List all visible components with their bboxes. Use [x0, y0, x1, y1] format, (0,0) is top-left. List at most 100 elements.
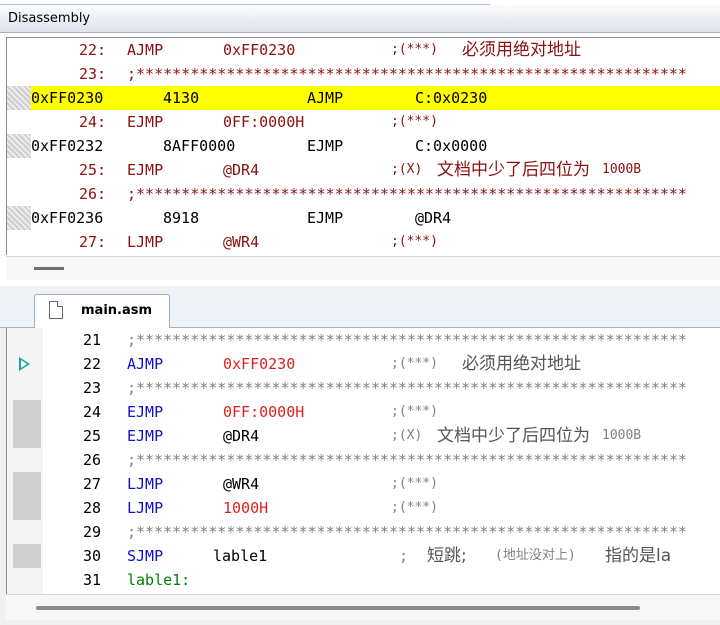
code-line[interactable]: 27 LJMP @WR4 ;(***) [7, 472, 720, 496]
coverage-marker[interactable] [13, 544, 41, 568]
source-comment: ;(X) [391, 162, 423, 177]
file-icon [49, 301, 63, 319]
instruction-operand: C:0x0230 [415, 89, 488, 107]
instruction-mnemonic: EJMP [307, 137, 344, 155]
editor-horizontal-scrollbar[interactable] [6, 594, 720, 620]
comment-tail: 1000B [602, 428, 642, 443]
editor-window: main.asm 21 ;***************************… [0, 290, 720, 625]
comment: ;(***) [391, 476, 438, 491]
source-operand: @WR4 [223, 233, 260, 251]
disasm-source-line[interactable]: 22: AJMP 0xFF0230 ;(***) 必须用绝对地址 [7, 38, 720, 62]
scrollbar-thumb[interactable] [36, 606, 640, 610]
source-line-number: 26: [79, 185, 107, 203]
comment: ; [399, 547, 409, 565]
tab-main-asm[interactable]: main.asm [34, 294, 170, 329]
disasm-instruction-current[interactable]: 0xFF0230 4130 AJMP C:0x0230 [7, 86, 720, 110]
separator-comment: ;***************************************… [127, 331, 687, 349]
separator-comment: ;***************************************… [127, 451, 687, 469]
code-line[interactable]: 25 EJMP @DR4 ;(X) 文档中少了后四位为 1000B [7, 424, 720, 448]
code-line[interactable]: 24 EJMP 0FF:0000H ;(***) [7, 400, 720, 424]
code-label: lable1: [127, 571, 191, 589]
comment-text: 文档中少了后四位为 [437, 426, 590, 446]
separator-comment: ;***************************************… [127, 379, 687, 397]
disasm-source-line[interactable]: 23: ;***********************************… [7, 62, 720, 86]
source-comment-text: 必须用绝对地址 [462, 40, 581, 60]
coverage-marker[interactable] [13, 400, 41, 424]
source-operand: 0FF:0000H [223, 113, 305, 131]
disasm-source-line[interactable]: 27: LJMP @WR4 ;(***) [7, 230, 720, 254]
coverage-gutter [7, 206, 31, 230]
editor-tab-strip: main.asm [0, 290, 720, 329]
separator-comment: ;***************************************… [127, 65, 687, 83]
separator-comment: ;***************************************… [127, 185, 687, 203]
source-comment: ;(***) [391, 42, 438, 57]
instruction-operand: C:0x0000 [415, 137, 488, 155]
disassembly-listing[interactable]: 22: AJMP 0xFF0230 ;(***) 必须用绝对地址 23: ;**… [6, 37, 720, 255]
source-line-number: 25: [79, 161, 107, 179]
instruction-address: 0xFF0236 [31, 209, 104, 227]
coverage-marker[interactable] [13, 472, 41, 496]
separator-comment: ;***************************************… [127, 523, 687, 541]
comment: ;(***) [391, 500, 438, 515]
disasm-instruction[interactable]: 0xFF0236 8918 EJMP @DR4 [7, 206, 720, 230]
line-number: 30 [82, 547, 101, 565]
disassembly-horizontal-scrollbar[interactable] [6, 256, 720, 280]
mnemonic: AJMP [127, 355, 164, 373]
mnemonic: EJMP [127, 403, 164, 421]
disasm-source-line[interactable]: 25: EJMP @DR4 ;(X) 文档中少了后四位为 1000B [7, 158, 720, 182]
line-number: 24 [82, 403, 101, 421]
source-comment-text: 文档中少了后四位为 [437, 160, 590, 180]
instruction-address: 0xFF0232 [31, 137, 104, 155]
mnemonic: LJMP [127, 499, 164, 517]
coverage-marker[interactable] [13, 424, 41, 448]
disassembly-titlebar[interactable]: Disassembly [0, 5, 720, 33]
mnemonic: SJMP [127, 547, 164, 565]
line-number: 31 [82, 571, 101, 589]
source-comment: ;(***) [391, 114, 438, 129]
comment: ;(***) [391, 404, 438, 419]
line-number: 23 [82, 379, 101, 397]
line-number: 22 [82, 355, 101, 373]
instruction-opcode: 4130 [163, 89, 200, 107]
source-operand: @DR4 [223, 161, 260, 179]
line-number: 21 [82, 331, 101, 349]
instruction-address: 0xFF0230 [31, 89, 104, 107]
instruction-operand: @DR4 [415, 209, 452, 227]
disassembly-window: Disassembly 22: AJMP 0xFF0230 ;(***) 必须用… [0, 0, 720, 286]
source-mnemonic: AJMP [127, 41, 164, 59]
operand: 1000H [223, 499, 269, 517]
code-line[interactable]: 21 ;************************************… [7, 328, 720, 352]
operand: @WR4 [223, 475, 260, 493]
mnemonic: EJMP [127, 427, 164, 445]
source-line-number: 22: [79, 41, 107, 59]
source-comment-tail: 1000B [602, 162, 642, 177]
source-mnemonic: LJMP [127, 233, 164, 251]
comment: ;(***) [391, 356, 438, 371]
coverage-gutter [7, 134, 31, 158]
code-line[interactable]: 28 LJMP 1000H ;(***) [7, 496, 720, 520]
line-number: 25 [82, 427, 101, 445]
operand: 0FF:0000H [223, 403, 305, 421]
comment-text: 必须用绝对地址 [462, 354, 581, 374]
code-line-current[interactable]: 22 AJMP 0xFF0230 ;(***) 必须用绝对地址 [7, 352, 720, 376]
code-line[interactable]: 23 ;************************************… [7, 376, 720, 400]
code-line[interactable]: 26 ;************************************… [7, 448, 720, 472]
instruction-mnemonic: EJMP [307, 209, 344, 227]
mnemonic: LJMP [127, 475, 164, 493]
source-mnemonic: EJMP [127, 113, 164, 131]
instruction-opcode: 8AFF0000 [163, 137, 236, 155]
line-number: 29 [82, 523, 101, 541]
disasm-instruction[interactable]: 0xFF0232 8AFF0000 EJMP C:0x0000 [7, 134, 720, 158]
scrollbar-thumb[interactable] [34, 267, 64, 270]
source-line-number: 24: [79, 113, 107, 131]
code-line[interactable]: 30 SJMP lable1 ; 短跳; (地址没对上) 指的是la [7, 544, 720, 568]
breakpoint-slot[interactable] [13, 352, 41, 376]
disasm-source-line[interactable]: 24: EJMP 0FF:0000H ;(***) [7, 110, 720, 134]
code-line[interactable]: 29 ;************************************… [7, 520, 720, 544]
coverage-marker[interactable] [13, 496, 41, 520]
source-line-number: 27: [79, 233, 107, 251]
code-line[interactable]: 31 lable1: [7, 568, 720, 592]
instruction-mnemonic: AJMP [307, 89, 344, 107]
disasm-source-line[interactable]: 26: ;***********************************… [7, 182, 720, 206]
code-editor[interactable]: 21 ;************************************… [6, 328, 720, 594]
